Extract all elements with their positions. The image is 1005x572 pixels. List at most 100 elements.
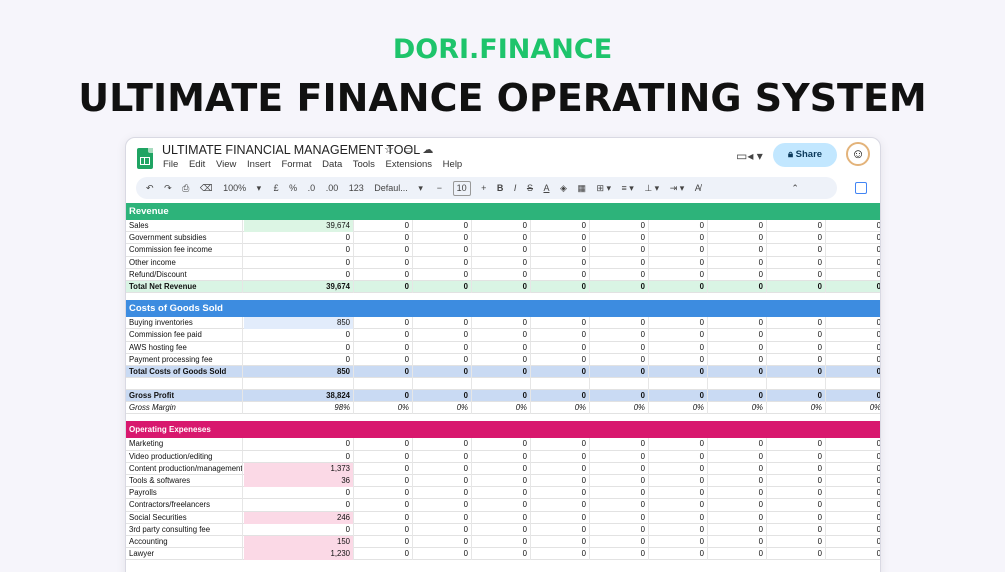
value-cell[interactable]: 0 xyxy=(244,232,354,245)
value-cell[interactable]: 0 xyxy=(472,450,531,463)
value-cell[interactable]: 0 xyxy=(472,523,531,536)
font-size-input[interactable]: 10 xyxy=(452,181,471,196)
value-cell[interactable]: 39,674 xyxy=(244,280,354,293)
value-cell[interactable]: 0 xyxy=(708,462,767,475)
row-label-cell[interactable]: Payment processing fee xyxy=(126,353,243,366)
value-cell[interactable]: 0 xyxy=(708,523,767,536)
value-cell[interactable]: 0 xyxy=(708,499,767,512)
value-cell[interactable]: 0 xyxy=(472,329,531,342)
value-cell[interactable]: 0 xyxy=(354,244,413,257)
value-cell[interactable]: 0 xyxy=(649,329,708,342)
value-cell[interactable]: 0 xyxy=(826,451,880,463)
percent-format-button[interactable]: % xyxy=(289,177,297,199)
value-cell[interactable]: 0 xyxy=(826,354,880,366)
value-cell[interactable]: 0 xyxy=(413,475,472,487)
value-cell[interactable]: 0 xyxy=(472,353,531,366)
value-cell[interactable]: 0 xyxy=(590,244,649,257)
value-cell[interactable]: 0 xyxy=(590,341,649,354)
row-label-cell[interactable]: Content production/management xyxy=(126,462,243,475)
row-label-cell[interactable]: Commission fee paid xyxy=(126,329,243,342)
value-cell[interactable]: 0 xyxy=(531,244,590,257)
menu-file[interactable]: File xyxy=(163,159,178,170)
value-cell[interactable]: 0 xyxy=(354,511,413,524)
value-cell[interactable]: 0 xyxy=(826,548,880,560)
row-label-cell[interactable]: Marketing xyxy=(126,438,243,451)
value-cell[interactable]: 36 xyxy=(244,475,354,487)
value-cell[interactable]: 0 xyxy=(590,487,649,500)
value-cell[interactable]: 0% xyxy=(826,402,880,414)
row-label-cell[interactable]: Sales xyxy=(126,220,243,232)
value-cell[interactable]: 98% xyxy=(244,402,354,415)
value-cell[interactable]: 0 xyxy=(708,329,767,342)
value-cell[interactable]: 0 xyxy=(531,462,590,475)
merge-cells-icon[interactable]: ⊞ ▾ xyxy=(596,177,611,199)
value-cell[interactable]: 0 xyxy=(472,280,531,293)
value-cell[interactable]: 0 xyxy=(767,475,826,487)
value-cell[interactable]: 0 xyxy=(354,475,413,487)
value-cell[interactable]: 0 xyxy=(590,268,649,281)
row-label-cell[interactable]: Total Costs of Goods Sold xyxy=(126,365,243,378)
redo-icon[interactable]: ↷ xyxy=(164,177,172,199)
value-cell[interactable]: 0 xyxy=(767,438,826,451)
value-cell[interactable]: 0 xyxy=(708,353,767,366)
value-cell[interactable]: 0 xyxy=(590,365,649,378)
value-cell[interactable]: 0 xyxy=(590,523,649,536)
value-cell[interactable]: 0% xyxy=(531,402,590,415)
value-cell[interactable]: 0 xyxy=(649,244,708,257)
value-cell[interactable]: 0 xyxy=(767,232,826,245)
value-cell[interactable]: 0 xyxy=(413,390,472,403)
value-cell[interactable]: 0 xyxy=(708,365,767,378)
zoom-select[interactable]: 100% ▾ xyxy=(223,177,263,199)
value-cell[interactable]: 0 xyxy=(354,438,413,451)
value-cell[interactable]: 0 xyxy=(767,450,826,463)
row-label-cell[interactable]: Video production/editing xyxy=(126,450,243,463)
value-cell[interactable]: 0 xyxy=(354,317,413,330)
value-cell[interactable]: 0 xyxy=(590,511,649,524)
value-cell[interactable]: 0 xyxy=(826,499,880,511)
value-cell[interactable]: 0 xyxy=(354,548,413,561)
value-cell[interactable]: 0 xyxy=(354,353,413,366)
avatar[interactable]: ☺ xyxy=(846,142,870,166)
value-cell[interactable]: 0 xyxy=(472,462,531,475)
opex-section-header[interactable]: Operating Expeneses xyxy=(126,421,880,439)
value-cell[interactable] xyxy=(649,378,708,391)
font-size-increase[interactable]: + xyxy=(481,177,486,199)
value-cell[interactable]: 0 xyxy=(531,487,590,500)
value-cell[interactable]: 0 xyxy=(649,523,708,536)
value-cell[interactable] xyxy=(354,378,413,391)
value-cell[interactable]: 0 xyxy=(590,462,649,475)
italic-icon[interactable]: I xyxy=(514,177,517,199)
value-cell[interactable]: 0 xyxy=(826,536,880,548)
value-cell[interactable]: 0 xyxy=(590,280,649,293)
value-cell[interactable]: 0 xyxy=(767,256,826,269)
value-cell[interactable]: 0 xyxy=(354,220,413,232)
row-label-cell[interactable]: Lawyer xyxy=(126,548,243,561)
collapse-toolbar-icon[interactable]: ⌃ xyxy=(791,177,799,199)
row-label-cell[interactable]: Social Securities xyxy=(126,511,243,524)
value-cell[interactable]: 0 xyxy=(354,232,413,245)
value-cell[interactable]: 0 xyxy=(531,450,590,463)
value-cell[interactable]: 0 xyxy=(649,232,708,245)
value-cell[interactable]: 0 xyxy=(826,281,880,293)
value-cell[interactable]: 0 xyxy=(590,535,649,548)
value-cell[interactable]: 0 xyxy=(767,353,826,366)
value-cell[interactable]: 0 xyxy=(649,462,708,475)
value-cell[interactable]: 0 xyxy=(244,268,354,281)
value-cell[interactable]: 0 xyxy=(531,341,590,354)
video-call-icon[interactable]: ▭◂ ▾ xyxy=(736,149,763,163)
value-cell[interactable]: 0 xyxy=(826,220,880,232)
value-cell[interactable]: 0 xyxy=(354,535,413,548)
value-cell[interactable]: 0 xyxy=(472,268,531,281)
value-cell[interactable] xyxy=(531,378,590,391)
value-cell[interactable]: 0 xyxy=(590,390,649,403)
value-cell[interactable]: 0 xyxy=(531,535,590,548)
value-cell[interactable]: 0 xyxy=(531,523,590,536)
font-size-decrease[interactable]: − xyxy=(437,177,442,199)
value-cell[interactable]: 1,373 xyxy=(244,462,354,475)
text-rotate-icon[interactable]: A̸ xyxy=(695,177,701,199)
value-cell[interactable]: 0 xyxy=(413,450,472,463)
row-label-cell[interactable]: Gross Margin xyxy=(126,402,243,415)
value-cell[interactable]: 150 xyxy=(244,535,354,548)
value-cell[interactable]: 0 xyxy=(413,511,472,524)
document-title[interactable]: ULTIMATE FINANCIAL MANAGEMENT TOOL xyxy=(162,143,420,157)
